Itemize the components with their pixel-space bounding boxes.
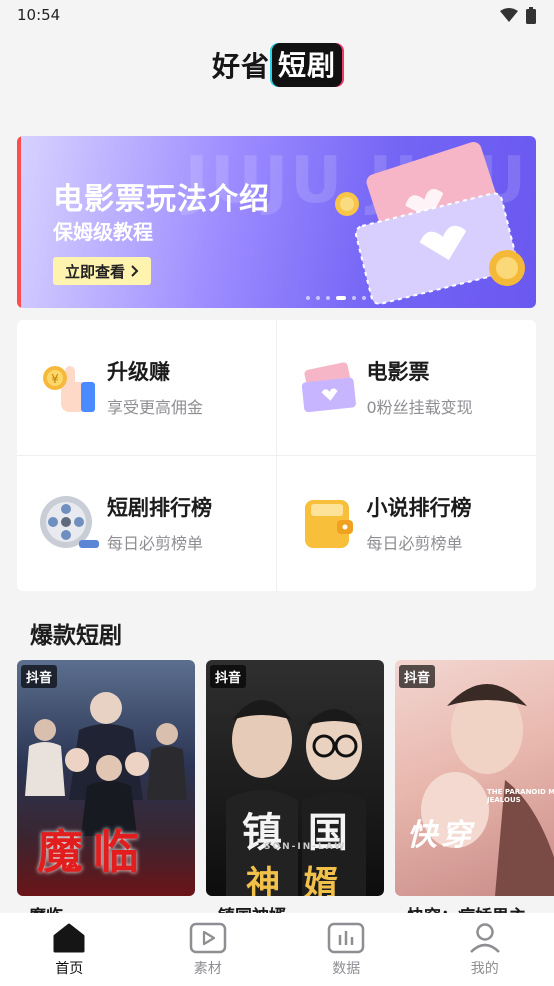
drama-card[interactable]: 抖音 快穿 THE PARANOID MAN JEALOUS 快穿：病娇男主 — [395, 660, 554, 930]
poster-title-art: 魔临 — [37, 825, 149, 879]
poster-title-art-bottom: 神 婿 — [246, 864, 344, 896]
pagination-dot[interactable] — [325, 296, 330, 300]
poster-title-art: 快穿 — [407, 818, 475, 853]
platform-badge: 抖音 — [210, 665, 247, 688]
chevron-right-icon — [131, 265, 139, 277]
grid-title: 小说排行榜 — [366, 496, 472, 521]
pagination-dot[interactable] — [361, 296, 366, 300]
nav-item-home[interactable]: 首页 — [19, 922, 119, 978]
banner-subtitle: 保姆级教程 — [53, 220, 153, 244]
bottom-nav: 首页 素材 数据 我的 — [0, 913, 554, 986]
wifi-icon — [500, 7, 518, 22]
wallet-icon — [304, 500, 353, 549]
grid-item-movie-ticket[interactable]: 电影票 0粉丝挂载变现 — [276, 320, 536, 456]
nav-item-materials[interactable]: 素材 — [158, 922, 258, 978]
play-icon — [189, 922, 226, 954]
platform-badge: 抖音 — [399, 665, 436, 688]
poster-figures — [421, 684, 554, 896]
drama-poster: 抖音 快穿 THE PARANOID MAN JEALOUS — [395, 660, 554, 896]
status-bar: 10:54 — [0, 0, 554, 30]
grid-subtitle: 0粉丝挂载变现 — [366, 398, 473, 418]
pagination-dot[interactable] — [305, 296, 310, 300]
user-icon — [469, 923, 500, 953]
section-title: 爆款短剧 — [30, 623, 122, 649]
pagination-dot-active[interactable] — [335, 296, 346, 300]
grid-item-drama-ranking[interactable]: 短剧排行榜 每日必剪榜单 — [17, 455, 277, 591]
grid-title: 升级赚 — [107, 360, 170, 385]
battery-icon — [526, 6, 536, 24]
grid-subtitle: 每日必剪榜单 — [107, 534, 204, 554]
status-icons — [500, 6, 536, 24]
poster-subtitle-art: THE PARANOID MAN JEALOUS — [487, 788, 554, 804]
film-reel-icon — [40, 496, 99, 549]
grid-title: 电影票 — [366, 360, 430, 385]
status-time: 10:54 — [17, 6, 61, 24]
nav-item-profile[interactable]: 我的 — [435, 922, 535, 978]
nav-label: 首页 — [55, 961, 84, 977]
promo-banner[interactable]: JUJU JUJU 电影票玩法介绍 保姆级教程 立即查看 — [17, 136, 536, 308]
grid-title: 短剧排行榜 — [107, 496, 212, 521]
grid-item-novel-ranking[interactable]: 小说排行榜 每日必剪榜单 — [277, 456, 537, 592]
grid-subtitle: 每日必剪榜单 — [366, 534, 463, 554]
pagination-dot[interactable] — [315, 296, 320, 300]
drama-poster: 抖音 镇 国 SON-IN-LAW 神 婿 — [206, 660, 384, 896]
banner-view-button[interactable]: 立即查看 — [53, 257, 152, 285]
feature-grid: ¥ 升级赚 享受更高佣金 电影票 0粉丝挂载变现 短剧排行榜 每日必剪榜单 小说… — [17, 320, 536, 591]
poster-subtitle-art: SON-IN-LAW — [264, 842, 347, 852]
drama-card[interactable]: 抖音 镇 国 SON-IN-LAW 神 婿 镇国神婿 — [206, 660, 384, 930]
grid-subtitle: 享受更高佣金 — [107, 398, 204, 418]
nav-label: 素材 — [193, 961, 222, 977]
app-header: 好省 短剧 — [0, 40, 554, 90]
drama-list: 抖音 魔临 魔临 抖音 镇 国 SON-IN-LAW 神 婿 镇国神婿 — [17, 660, 554, 930]
grid-item-upgrade[interactable]: ¥ 升级赚 享受更高佣金 — [17, 320, 277, 456]
drama-poster: 抖音 魔临 — [17, 660, 195, 896]
ticket-illustration — [335, 141, 525, 305]
home-icon — [53, 923, 85, 953]
logo-main-text: 好省 — [211, 50, 270, 83]
nav-item-data[interactable]: 数据 — [296, 922, 396, 978]
movie-ticket-icon — [301, 362, 356, 413]
thumbs-up-coin-icon: ¥ — [43, 366, 95, 413]
pagination-dot[interactable] — [351, 296, 356, 300]
nav-label: 我的 — [470, 961, 499, 977]
drama-card[interactable]: 抖音 魔临 魔临 — [17, 660, 195, 930]
logo-badge-text: 短剧 — [272, 43, 343, 87]
svg-text:¥: ¥ — [51, 372, 59, 386]
platform-badge: 抖音 — [21, 665, 58, 688]
nav-label: 数据 — [332, 961, 361, 977]
chart-icon — [328, 922, 365, 954]
banner-title: 电影票玩法介绍 — [53, 182, 270, 217]
app-logo: 好省 短剧 — [211, 43, 343, 87]
banner-pagination — [17, 296, 536, 300]
banner-button-label: 立即查看 — [65, 262, 126, 281]
